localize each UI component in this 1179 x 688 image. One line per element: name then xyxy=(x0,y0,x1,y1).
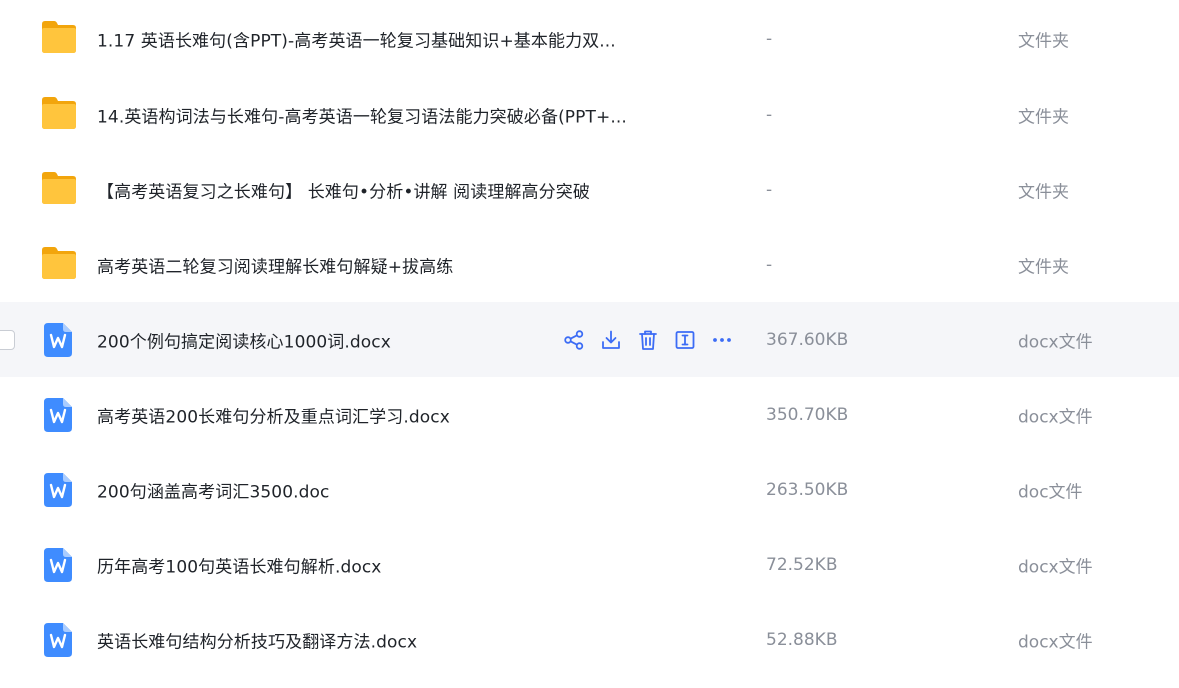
file-row[interactable]: 英语长难句结构分析技巧及翻译方法.docx 52.88KB docx文件 xyxy=(0,602,1179,677)
more-icon[interactable] xyxy=(710,328,734,352)
file-size: 350.70KB xyxy=(766,404,849,425)
file-name[interactable]: 14.英语构词法与长难句-高考英语一轮复习语法能力突破必备(PPT+... xyxy=(97,102,627,127)
word-doc-icon xyxy=(44,547,72,582)
file-name[interactable]: 200句涵盖高考词汇3500.doc xyxy=(97,477,329,502)
word-doc-icon xyxy=(44,622,72,657)
delete-icon[interactable] xyxy=(636,328,660,352)
file-name[interactable]: 200个例句搞定阅读核心1000词.docx xyxy=(97,327,391,352)
file-type: docx文件 xyxy=(1018,407,1093,427)
file-row[interactable]: 高考英语二轮复习阅读理解长难句解疑+拔高练 - 文件夹 xyxy=(0,227,1179,302)
file-row[interactable]: 14.英语构词法与长难句-高考英语一轮复习语法能力突破必备(PPT+... - … xyxy=(0,77,1179,152)
folder-icon xyxy=(42,171,76,204)
folder-icon xyxy=(42,246,76,279)
file-row[interactable]: 200句涵盖高考词汇3500.doc 263.50KB doc文件 xyxy=(0,452,1179,527)
file-type: 文件夹 xyxy=(1018,257,1069,277)
file-type: docx文件 xyxy=(1018,332,1093,352)
folder-icon xyxy=(42,96,76,129)
folder-icon xyxy=(42,20,76,53)
file-name[interactable]: 【高考英语复习之长难句】 长难句•分析•讲解 阅读理解高分突破 xyxy=(97,177,590,202)
file-size: 72.52KB xyxy=(766,554,838,575)
word-doc-icon xyxy=(44,472,72,507)
file-name[interactable]: 高考英语二轮复习阅读理解长难句解疑+拔高练 xyxy=(97,252,453,277)
file-name[interactable]: 历年高考100句英语长难句解析.docx xyxy=(97,552,381,577)
share-icon[interactable] xyxy=(562,328,586,352)
file-size: - xyxy=(766,104,773,125)
file-row[interactable]: 1.17 英语长难句(含PPT)-高考英语一轮复习基础知识+基本能力双... -… xyxy=(0,0,1179,77)
file-type: docx文件 xyxy=(1018,632,1093,652)
row-actions xyxy=(562,328,747,352)
file-row-hovered[interactable]: 200个例句搞定阅读核心1000词.docx 367.60KB docx文件 xyxy=(0,302,1179,377)
file-size: - xyxy=(766,28,773,49)
file-size: 367.60KB xyxy=(766,329,849,350)
file-type: docx文件 xyxy=(1018,557,1093,577)
rename-icon[interactable] xyxy=(673,328,697,352)
file-size: - xyxy=(766,179,773,200)
file-type: doc文件 xyxy=(1018,482,1083,502)
file-list: 1.17 英语长难句(含PPT)-高考英语一轮复习基础知识+基本能力双... -… xyxy=(0,0,1179,688)
file-name[interactable]: 1.17 英语长难句(含PPT)-高考英语一轮复习基础知识+基本能力双... xyxy=(97,26,616,51)
word-doc-icon xyxy=(44,397,72,432)
file-type: 文件夹 xyxy=(1018,182,1069,202)
file-row[interactable]: 【高考英语复习之长难句】 长难句•分析•讲解 阅读理解高分突破 - 文件夹 xyxy=(0,152,1179,227)
row-checkbox[interactable] xyxy=(0,329,15,350)
word-doc-icon xyxy=(44,322,72,357)
file-type: 文件夹 xyxy=(1018,31,1069,51)
file-type: 文件夹 xyxy=(1018,107,1069,127)
file-row[interactable]: 历年高考100句英语长难句解析.docx 72.52KB docx文件 xyxy=(0,527,1179,602)
download-icon[interactable] xyxy=(599,328,623,352)
file-size: 52.88KB xyxy=(766,629,838,650)
file-size: - xyxy=(766,254,773,275)
file-row[interactable]: 高考英语200长难句分析及重点词汇学习.docx 350.70KB docx文件 xyxy=(0,377,1179,452)
file-size: 263.50KB xyxy=(766,479,849,500)
file-name[interactable]: 高考英语200长难句分析及重点词汇学习.docx xyxy=(97,402,450,427)
file-name[interactable]: 英语长难句结构分析技巧及翻译方法.docx xyxy=(97,627,417,652)
